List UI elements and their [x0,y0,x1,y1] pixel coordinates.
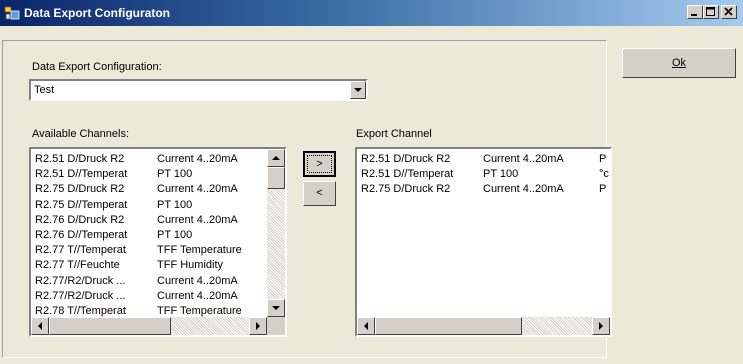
scroll-up-icon [272,156,280,160]
list-cell: P [599,183,607,196]
ok-button[interactable]: Ok [622,48,736,78]
list-cell: R2.75 D//Temperat [35,198,128,211]
list-cell: Current 4..20mA [483,153,564,165]
list-cell: R2.75 D/Druck R2 [35,183,125,196]
window-title: Data Export Configuraton [24,6,170,20]
scroll-left-icon [38,322,42,330]
list-cell: PT 100 [157,198,193,211]
available-scroll-right[interactable] [249,317,267,335]
export-channel-label: Export Channel [356,128,432,140]
close-button[interactable] [721,5,737,19]
list-cell: R2.76 D//Temperat [35,228,128,241]
available-size-grip [267,317,285,335]
available-scroll-up[interactable] [267,149,285,167]
list-cell: Current 4..20mA [157,213,238,226]
scroll-right-icon [256,322,260,330]
config-label: Data Export Configuration: [32,61,162,73]
scroll-right-icon [599,322,603,330]
add-channel-button[interactable]: > [303,151,336,177]
available-channels-label: Available Channels: [32,128,130,140]
dropdown-arrow-icon [354,88,362,92]
list-cell: °c [599,168,609,181]
list-cell: PT 100 [157,168,193,181]
list-cell: TFF Humidity [157,259,223,272]
ok-label: Ok [671,57,687,69]
add-channel-label: > [316,158,323,170]
list-cell: Current 4..20mA [157,153,238,165]
list-cell: R2.77/R2/Druck ... [35,289,126,302]
list-cell: R2.51 D//Temperat [35,168,128,181]
list-cell: R2.51 D//Temperat [361,168,454,181]
list-cell: R2.75 D/Druck R2 [361,183,451,196]
available-hscroll-thumb[interactable] [49,317,171,335]
maximize-icon [706,7,715,16]
list-cell: PT 100 [483,168,519,181]
export-hscroll-thumb[interactable] [375,317,522,335]
config-value: Test [34,84,55,96]
remove-channel-label: < [316,187,323,199]
list-cell: R2.76 D/Druck R2 [35,213,125,226]
scroll-down-icon [272,306,280,310]
list-cell: R2.77/R2/Druck ... [35,274,126,287]
list-cell: Current 4..20mA [157,274,238,287]
export-scroll-left[interactable] [357,317,375,335]
list-cell: P [599,153,607,165]
available-scroll-left[interactable] [31,317,49,335]
config-combobox[interactable]: Test [29,79,368,101]
maximize-button[interactable] [703,5,719,19]
list-cell: PT 100 [157,228,193,241]
config-dropdown-button[interactable] [350,81,366,99]
minimize-button[interactable] [687,5,703,19]
list-cell: R2.77 T//Feuchte [35,259,120,272]
list-cell: TFF Temperature [157,244,242,257]
minimize-icon [691,14,697,16]
list-cell: Current 4..20mA [157,183,238,196]
list-cell: R2.77 T//Temperat [35,244,126,257]
export-scroll-right[interactable] [592,317,610,335]
title-bar: Data Export Configuraton [0,0,743,26]
remove-channel-button[interactable]: < [303,181,336,206]
list-cell: R2.51 D/Druck R2 [35,153,125,165]
close-icon [724,7,733,16]
list-cell: Current 4..20mA [483,183,564,196]
scroll-left-icon [364,322,368,330]
available-vscroll-thumb[interactable] [267,167,285,189]
available-scroll-down[interactable] [267,299,285,317]
available-channels-list[interactable]: R2.51 D/Druck R2 Current 4..20mA R2.51 D//… [29,147,287,337]
export-channel-list[interactable]: R2.51 D/Druck R2 Current 4..20mA P R2.51 D/… [355,147,612,337]
app-icon[interactable] [4,5,20,21]
list-cell: Current 4..20mA [157,289,238,302]
list-cell: R2.51 D/Druck R2 [361,153,451,165]
